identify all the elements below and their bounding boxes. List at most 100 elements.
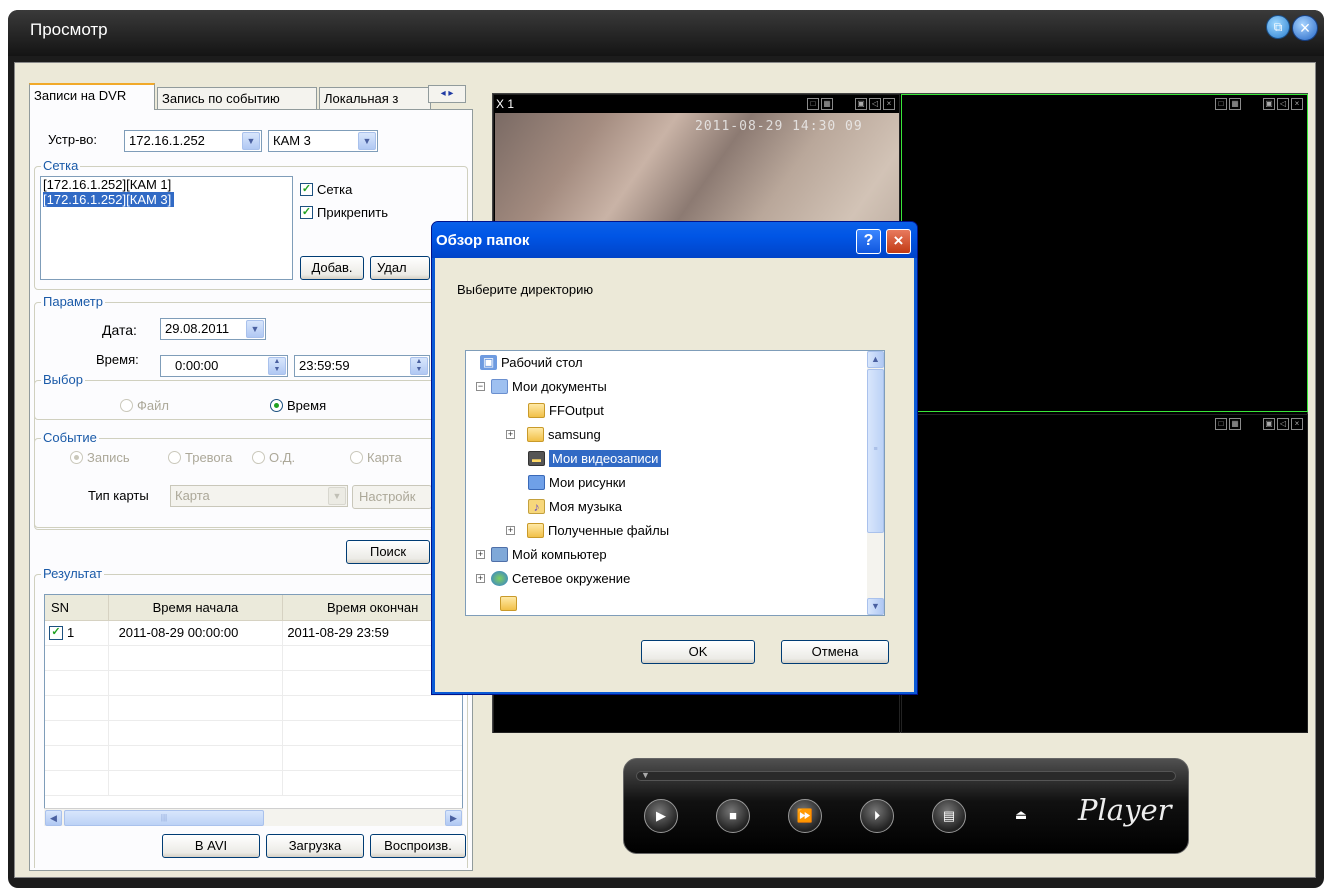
play-button[interactable]: ▶ (644, 799, 678, 833)
tree-item-network[interactable]: + Сетевое окружение (476, 567, 630, 589)
results-horizontal-scrollbar[interactable]: ◀ ||| ▶ (44, 808, 463, 826)
layout-icon[interactable]: ▦ (1229, 98, 1241, 110)
close-icon[interactable]: × (1291, 98, 1303, 110)
eject-button[interactable]: ⏏ (1004, 799, 1038, 833)
delete-button[interactable]: Удал (370, 256, 430, 280)
tree-item-ffoutput[interactable]: FFOutput (528, 399, 604, 421)
tab-local-records[interactable]: Локальная з (319, 87, 431, 109)
fast-forward-button[interactable]: ⏩ (788, 799, 822, 833)
list-item-selected-wrap[interactable]: [172.16.1.252][КАМ 3] (41, 192, 292, 207)
title-bar: Просмотр ⧉ × (8, 10, 1324, 56)
record-radio[interactable]: Запись (70, 450, 130, 465)
video-cell-2[interactable]: □ ▦ ▣ ◁ × (901, 94, 1308, 412)
table-cell-sn[interactable]: ✓ 1 (45, 621, 109, 645)
expand-icon[interactable]: + (506, 429, 515, 439)
restore-window-button[interactable]: ⧉ (1266, 15, 1290, 39)
tab-scroll-arrows[interactable]: ◂ ▸ (428, 85, 466, 103)
tree-item-my-videos[interactable]: ▬ Мои видеозаписи (528, 447, 662, 469)
expand-icon[interactable]: + (476, 573, 485, 583)
column-header-sn[interactable]: SN (45, 595, 109, 620)
tree-item-received-files[interactable]: + Полученные файлы (506, 519, 669, 541)
close-icon[interactable]: × (1291, 418, 1303, 430)
scroll-up-icon[interactable]: ▲ (867, 351, 884, 368)
time-radio[interactable]: Время (270, 398, 326, 413)
pin-checkbox-label: Прикрепить (317, 205, 389, 220)
cancel-button[interactable]: Отмена (781, 640, 889, 664)
layout-icon[interactable]: ▦ (821, 98, 833, 110)
ok-button[interactable]: OK (641, 640, 755, 664)
device-select[interactable]: 172.16.1.252 ▼ (124, 130, 262, 152)
playlist-button[interactable]: ▤ (932, 799, 966, 833)
tree-item-my-pictures[interactable]: Мои рисунки (528, 471, 626, 493)
record-icon[interactable]: ▣ (1263, 418, 1275, 430)
list-item[interactable]: [172.16.1.252][КАМ 1] (41, 177, 292, 192)
time-to-input[interactable]: 23:59:59 ▲ ▼ (294, 355, 430, 377)
card-radio[interactable]: Карта (350, 450, 402, 465)
table-row[interactable]: ✓ 1 2011-08-29 00:00:00 2011-08-29 23:59 (45, 621, 462, 646)
grid-camera-list[interactable]: [172.16.1.252][КАМ 1] [172.16.1.252][КАМ… (40, 176, 293, 280)
spinner-icon[interactable]: ▲ ▼ (268, 357, 286, 375)
date-picker[interactable]: 29.08.2011 ▼ (160, 318, 266, 340)
expand-icon[interactable]: + (476, 549, 485, 559)
close-window-button[interactable]: × (1292, 15, 1318, 41)
time-from-input[interactable]: 0:00:00 ▲ ▼ (160, 355, 288, 377)
checkmark-icon[interactable]: ✓ (49, 626, 63, 640)
stop-button[interactable]: ■ (716, 799, 750, 833)
snapshot-icon[interactable]: □ (1215, 418, 1227, 430)
tree-item-label: samsung (548, 426, 601, 442)
table-cell-start: 2011-08-29 00:00:00 (109, 621, 284, 645)
export-avi-button[interactable]: В AVI (162, 834, 260, 858)
motion-radio[interactable]: О.Д. (252, 450, 295, 465)
tree-item-my-computer[interactable]: + Мой компьютер (476, 543, 607, 565)
help-button[interactable]: ? (856, 229, 881, 254)
layout-icon[interactable]: ▦ (1229, 418, 1241, 430)
card-type-select[interactable]: Карта ▼ (170, 485, 348, 507)
tab-dvr-records[interactable]: Записи на DVR (29, 83, 155, 110)
tab-event-records[interactable]: Запись по событию (157, 87, 317, 109)
speaker-icon[interactable]: ◁ (1277, 98, 1289, 110)
add-button[interactable]: Добав. (300, 256, 364, 280)
pin-checkbox[interactable]: ✓ Прикрепить (300, 205, 388, 220)
seek-knob-icon[interactable]: ▼ (641, 770, 650, 780)
record-icon[interactable]: ▣ (1263, 98, 1275, 110)
tree-item-my-documents[interactable]: − Мои документы (476, 375, 607, 397)
alarm-radio[interactable]: Тревога (168, 450, 232, 465)
close-icon[interactable]: × (883, 98, 895, 110)
speaker-icon[interactable]: ◁ (1277, 418, 1289, 430)
dialog-close-button[interactable]: × (886, 229, 911, 254)
time-radio-label: Время (287, 398, 327, 413)
video-folder-icon: ▬ (528, 450, 545, 466)
results-group-title: Результат (41, 566, 105, 581)
event-group-title: Событие (41, 430, 99, 445)
column-header-start[interactable]: Время начала (109, 595, 284, 620)
collapse-icon[interactable]: − (476, 381, 485, 391)
step-frame-button[interactable]: ⏵ (860, 799, 894, 833)
spinner-icon[interactable]: ▲ ▼ (410, 357, 428, 375)
scroll-down-icon[interactable]: ▼ (867, 598, 884, 615)
video-cell-4[interactable]: □ ▦ ▣ ◁ × (901, 414, 1308, 733)
tree-item-desktop[interactable]: ▣ Рабочий стол (480, 351, 583, 373)
card-settings-button[interactable]: Настройк (352, 485, 432, 509)
scroll-right-icon[interactable]: ▶ (445, 810, 462, 826)
tree-item-samsung[interactable]: + samsung (506, 423, 601, 445)
scroll-left-icon[interactable]: ◀ (45, 810, 62, 826)
grid-checkbox[interactable]: ✓ Сетка (300, 182, 352, 197)
download-button[interactable]: Загрузка (266, 834, 364, 858)
search-button[interactable]: Поиск (346, 540, 430, 564)
expand-icon[interactable]: + (506, 525, 515, 535)
snapshot-icon[interactable]: □ (1215, 98, 1227, 110)
table-header: SN Время начала Время окончан (45, 595, 462, 621)
playback-button[interactable]: Воспроизв. (370, 834, 466, 858)
snapshot-icon[interactable]: □ (807, 98, 819, 110)
tree-item-my-music[interactable]: ♪ Моя музыка (528, 495, 622, 517)
file-radio[interactable]: Файл (120, 398, 169, 413)
camera-select-value: КАМ 3 (273, 133, 311, 148)
camera-select[interactable]: КАМ 3 ▼ (268, 130, 378, 152)
scrollbar-thumb[interactable]: ≡ (867, 369, 884, 533)
table-row (45, 721, 462, 746)
tree-vertical-scrollbar[interactable]: ▲ ≡ ▼ (867, 351, 884, 615)
scrollbar-thumb[interactable]: ||| (64, 810, 264, 826)
record-icon[interactable]: ▣ (855, 98, 867, 110)
seek-bar[interactable]: ▼ (636, 770, 1176, 781)
speaker-icon[interactable]: ◁ (869, 98, 881, 110)
